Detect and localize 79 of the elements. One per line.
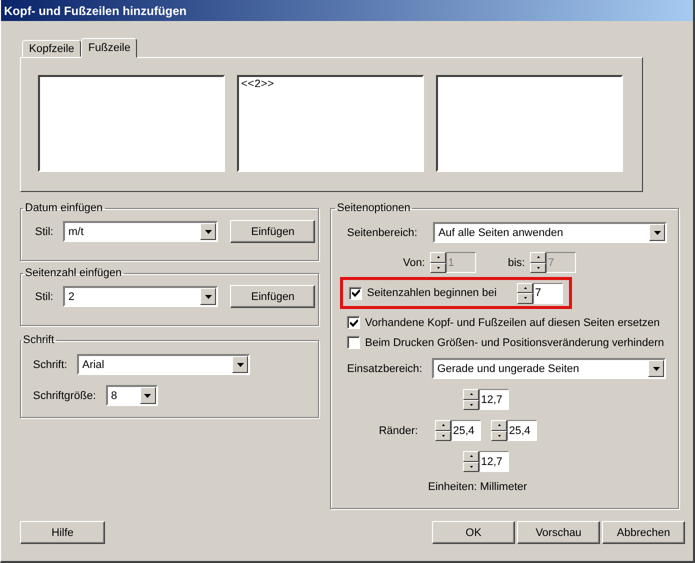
checkbox[interactable]	[347, 316, 360, 329]
group-title: Seitenzahl einfügen	[24, 267, 123, 279]
spin-up-button[interactable]	[435, 420, 451, 430]
up-arrow-icon	[442, 424, 444, 426]
spin-down-button[interactable]	[517, 293, 533, 304]
label: Einsatzbereich:	[347, 362, 422, 374]
spin-down-button[interactable]	[435, 430, 451, 441]
spin-up-button[interactable]	[463, 451, 479, 462]
label: Vorhandene Kopf- und Fußzeilen auf diesen Seiten ersetzen	[365, 316, 660, 328]
label: Seitenzahlen beginnen bei	[367, 287, 498, 299]
dropdown[interactable]: Auf alle Seiten anwenden	[433, 222, 668, 243]
down-arrow-icon	[442, 434, 444, 437]
spin-down-button[interactable]	[463, 400, 479, 410]
dropdown[interactable]: Gerade und ungerade Seiten	[432, 358, 666, 379]
down-arrow-icon	[470, 466, 472, 468]
label: Schrift:	[33, 358, 68, 370]
text-area[interactable]: <<2>>	[237, 75, 424, 172]
spin-up-button[interactable]	[430, 252, 446, 262]
number-field[interactable]: 25,4	[507, 420, 537, 441]
spin-down-button[interactable]	[463, 462, 479, 472]
label: Stil:	[35, 290, 54, 302]
insert-button[interactable]: Einfügen	[230, 285, 316, 308]
group-title: Datum einfügen	[24, 202, 104, 214]
tab[interactable]: Kopfzeile	[22, 40, 82, 57]
up-arrow-icon	[436, 256, 440, 258]
help-button[interactable]: Hilfe	[20, 521, 105, 544]
down-arrow-icon	[204, 294, 212, 298]
number-field[interactable]: 25,4	[451, 420, 481, 441]
down-arrow-icon	[536, 266, 540, 269]
label: Schriftgröße:	[33, 390, 96, 402]
down-arrow-icon	[654, 230, 661, 234]
insert-button[interactable]: Einfügen	[230, 220, 316, 243]
spin-up-button[interactable]	[463, 389, 479, 400]
down-arrow-icon	[204, 230, 212, 234]
spin-up-button[interactable]	[491, 420, 507, 430]
spin-down-button[interactable]	[530, 262, 546, 273]
window-title: Kopf- und Fußzeilen hinzufügen	[4, 4, 187, 18]
label: Beim Drucken Größen- und Positionsveränderung verhindern	[365, 336, 664, 348]
spin-down-button[interactable]	[430, 262, 446, 273]
up-arrow-icon	[524, 286, 526, 289]
down-arrow-icon	[652, 366, 660, 370]
label: Stil:	[35, 226, 54, 238]
tab[interactable]: Fußzeile	[81, 38, 138, 58]
checkbox[interactable]	[347, 336, 360, 349]
spin-up-button[interactable]	[530, 252, 546, 262]
dropdown[interactable]: Arial	[77, 354, 250, 375]
label: Seitenbereich:	[347, 226, 418, 238]
cancel-button[interactable]: Abbrechen	[602, 521, 685, 544]
dropdown[interactable]: 8	[106, 385, 158, 406]
up-arrow-icon	[498, 424, 500, 426]
group-title: Seitenoptionen	[336, 202, 412, 214]
preview-button[interactable]: Vorschau	[517, 521, 600, 544]
label: Ränder:	[378, 424, 418, 436]
dropdown[interactable]: 2	[63, 286, 218, 307]
text-area[interactable]	[436, 75, 623, 172]
label: Einheiten: Millimeter	[428, 481, 528, 493]
down-arrow-icon	[144, 394, 152, 398]
number-field[interactable]: 12,7	[479, 451, 509, 472]
check-icon	[352, 289, 360, 297]
number-field[interactable]: 7	[533, 282, 563, 304]
spin-down-button[interactable]	[491, 430, 507, 441]
text-area[interactable]	[38, 75, 225, 172]
group-title: Schrift	[22, 334, 56, 346]
up-arrow-icon	[470, 393, 472, 396]
down-arrow-icon	[524, 297, 526, 300]
spin-up-button[interactable]	[517, 282, 533, 293]
label: bis:	[506, 256, 525, 268]
up-arrow-icon	[470, 455, 472, 458]
label: Von:	[402, 256, 425, 268]
dropdown[interactable]: m/t	[63, 221, 218, 242]
number-field[interactable]: 12,7	[479, 389, 509, 410]
checkbox[interactable]	[349, 286, 362, 300]
up-arrow-icon	[536, 256, 540, 258]
down-arrow-icon	[498, 434, 500, 437]
down-arrow-icon	[436, 266, 440, 269]
ok-button[interactable]: OK	[432, 521, 515, 544]
down-arrow-icon	[236, 362, 244, 366]
down-arrow-icon	[470, 404, 472, 406]
check-icon	[350, 318, 358, 326]
